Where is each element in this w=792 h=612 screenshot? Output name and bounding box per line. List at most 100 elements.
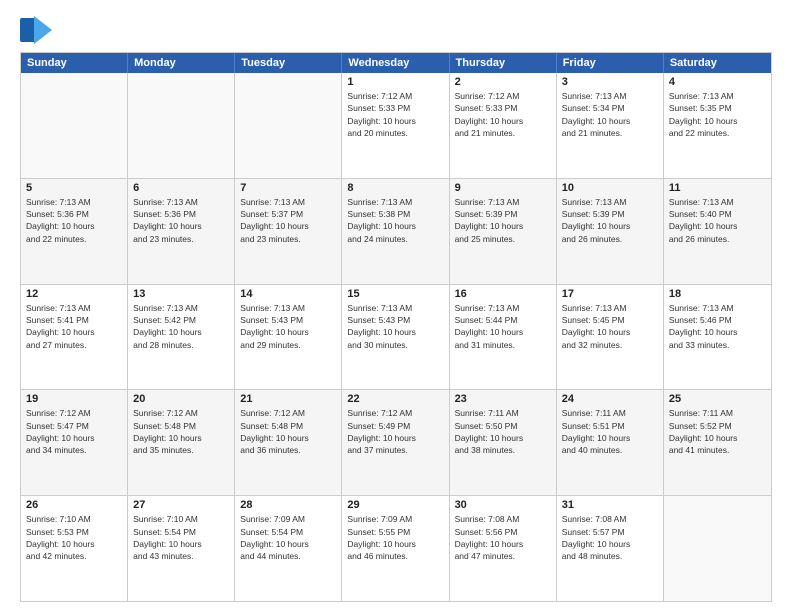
- calendar-cell: 14 Sunrise: 7:13 AM Sunset: 5:43 PM Dayli…: [235, 285, 342, 390]
- day-number: 21: [240, 393, 336, 405]
- calendar-cell: 16Sunrise: 7:13 AM Sunset: 5:44 PM Dayli…: [450, 285, 557, 390]
- logo-icon: [20, 16, 52, 44]
- day-number: 2: [455, 76, 551, 88]
- cell-info: Sunrise: 7:08 AM Sunset: 5:56 PM Dayligh…: [455, 513, 551, 562]
- day-number: 27: [133, 499, 229, 511]
- day-number: 23: [455, 393, 551, 405]
- calendar-cell: 23Sunrise: 7:11 AM Sunset: 5:50 PM Dayli…: [450, 390, 557, 495]
- calendar-cell: [664, 496, 771, 601]
- day-number: 15: [347, 288, 443, 300]
- day-number: 9: [455, 182, 551, 194]
- day-number: 31: [562, 499, 658, 511]
- cell-info: Sunrise: 7:12 AM Sunset: 5:48 PM Dayligh…: [240, 407, 336, 456]
- cell-info: Sunrise: 7:10 AM Sunset: 5:54 PM Dayligh…: [133, 513, 229, 562]
- day-number: 8: [347, 182, 443, 194]
- calendar-cell: 24 Sunrise: 7:11 AM Sunset: 5:51 PM Dayli…: [557, 390, 664, 495]
- day-number: 22: [347, 393, 443, 405]
- calendar-cell: 18 Sunrise: 7:13 AM Sunset: 5:46 PM Dayli…: [664, 285, 771, 390]
- day-number: 16: [455, 288, 551, 300]
- weekday-header: Friday: [557, 53, 664, 73]
- cell-info: Sunrise: 7:12 AM Sunset: 5:47 PM Dayligh…: [26, 407, 122, 456]
- cell-info: Sunrise: 7:10 AM Sunset: 5:53 PM Dayligh…: [26, 513, 122, 562]
- calendar-cell: 5 Sunrise: 7:13 AM Sunset: 5:36 PM Daylig…: [21, 179, 128, 284]
- day-number: 10: [562, 182, 658, 194]
- day-number: 1: [347, 76, 443, 88]
- cell-info: Sunrise: 7:12 AM Sunset: 5:49 PM Dayligh…: [347, 407, 443, 456]
- calendar-cell: 26 Sunrise: 7:10 AM Sunset: 5:53 PM Dayli…: [21, 496, 128, 601]
- calendar-row: 12Sunrise: 7:13 AM Sunset: 5:41 PM Dayli…: [21, 284, 771, 390]
- calendar-cell: 22 Sunrise: 7:12 AM Sunset: 5:49 PM Dayli…: [342, 390, 449, 495]
- day-number: 7: [240, 182, 336, 194]
- cell-info: Sunrise: 7:13 AM Sunset: 5:39 PM Dayligh…: [562, 196, 658, 245]
- calendar-cell: 30 Sunrise: 7:08 AM Sunset: 5:56 PM Dayli…: [450, 496, 557, 601]
- weekday-header: Tuesday: [235, 53, 342, 73]
- cell-info: Sunrise: 7:11 AM Sunset: 5:51 PM Dayligh…: [562, 407, 658, 456]
- cell-info: Sunrise: 7:13 AM Sunset: 5:36 PM Dayligh…: [26, 196, 122, 245]
- weekday-header: Wednesday: [342, 53, 449, 73]
- day-number: 25: [669, 393, 766, 405]
- calendar-cell: 8 Sunrise: 7:13 AM Sunset: 5:38 PM Daylig…: [342, 179, 449, 284]
- weekday-header: Sunday: [21, 53, 128, 73]
- calendar-cell: 2Sunrise: 7:12 AM Sunset: 5:33 PM Daylig…: [450, 73, 557, 178]
- cell-info: Sunrise: 7:13 AM Sunset: 5:43 PM Dayligh…: [347, 302, 443, 351]
- day-number: 28: [240, 499, 336, 511]
- cell-info: Sunrise: 7:13 AM Sunset: 5:36 PM Dayligh…: [133, 196, 229, 245]
- day-number: 6: [133, 182, 229, 194]
- day-number: 12: [26, 288, 122, 300]
- calendar-cell: 17Sunrise: 7:13 AM Sunset: 5:45 PM Dayli…: [557, 285, 664, 390]
- calendar-cell: 10 Sunrise: 7:13 AM Sunset: 5:39 PM Dayli…: [557, 179, 664, 284]
- day-number: 30: [455, 499, 551, 511]
- calendar-row: 1 Sunrise: 7:12 AM Sunset: 5:33 PM Daylig…: [21, 73, 771, 178]
- cell-info: Sunrise: 7:13 AM Sunset: 5:45 PM Dayligh…: [562, 302, 658, 351]
- day-number: 20: [133, 393, 229, 405]
- cell-info: Sunrise: 7:13 AM Sunset: 5:39 PM Dayligh…: [455, 196, 551, 245]
- calendar-cell: 27 Sunrise: 7:10 AM Sunset: 5:54 PM Dayli…: [128, 496, 235, 601]
- cell-info: Sunrise: 7:13 AM Sunset: 5:42 PM Dayligh…: [133, 302, 229, 351]
- calendar-cell: 6 Sunrise: 7:13 AM Sunset: 5:36 PM Daylig…: [128, 179, 235, 284]
- page: SundayMondayTuesdayWednesdayThursdayFrid…: [0, 0, 792, 612]
- day-number: 14: [240, 288, 336, 300]
- day-number: 26: [26, 499, 122, 511]
- calendar-cell: [128, 73, 235, 178]
- calendar-row: 5 Sunrise: 7:13 AM Sunset: 5:36 PM Daylig…: [21, 178, 771, 284]
- calendar-cell: 31 Sunrise: 7:08 AM Sunset: 5:57 PM Dayli…: [557, 496, 664, 601]
- cell-info: Sunrise: 7:08 AM Sunset: 5:57 PM Dayligh…: [562, 513, 658, 562]
- calendar-cell: 11Sunrise: 7:13 AM Sunset: 5:40 PM Dayli…: [664, 179, 771, 284]
- calendar-header: SundayMondayTuesdayWednesdayThursdayFrid…: [21, 53, 771, 73]
- weekday-header: Monday: [128, 53, 235, 73]
- day-number: 19: [26, 393, 122, 405]
- calendar-cell: 1 Sunrise: 7:12 AM Sunset: 5:33 PM Daylig…: [342, 73, 449, 178]
- calendar-cell: 21 Sunrise: 7:12 AM Sunset: 5:48 PM Dayli…: [235, 390, 342, 495]
- calendar-body: 1 Sunrise: 7:12 AM Sunset: 5:33 PM Daylig…: [21, 73, 771, 601]
- cell-info: Sunrise: 7:09 AM Sunset: 5:54 PM Dayligh…: [240, 513, 336, 562]
- calendar-row: 19 Sunrise: 7:12 AM Sunset: 5:47 PM Dayli…: [21, 389, 771, 495]
- day-number: 3: [562, 76, 658, 88]
- cell-info: Sunrise: 7:13 AM Sunset: 5:37 PM Dayligh…: [240, 196, 336, 245]
- cell-info: Sunrise: 7:13 AM Sunset: 5:40 PM Dayligh…: [669, 196, 766, 245]
- cell-info: Sunrise: 7:13 AM Sunset: 5:34 PM Dayligh…: [562, 90, 658, 139]
- cell-info: Sunrise: 7:11 AM Sunset: 5:52 PM Dayligh…: [669, 407, 766, 456]
- cell-info: Sunrise: 7:13 AM Sunset: 5:46 PM Dayligh…: [669, 302, 766, 351]
- calendar-cell: 4Sunrise: 7:13 AM Sunset: 5:35 PM Daylig…: [664, 73, 771, 178]
- cell-info: Sunrise: 7:13 AM Sunset: 5:43 PM Dayligh…: [240, 302, 336, 351]
- calendar-cell: 3 Sunrise: 7:13 AM Sunset: 5:34 PM Daylig…: [557, 73, 664, 178]
- calendar-cell: 29Sunrise: 7:09 AM Sunset: 5:55 PM Dayli…: [342, 496, 449, 601]
- cell-info: Sunrise: 7:13 AM Sunset: 5:35 PM Dayligh…: [669, 90, 766, 139]
- calendar-cell: 20 Sunrise: 7:12 AM Sunset: 5:48 PM Dayli…: [128, 390, 235, 495]
- cell-info: Sunrise: 7:13 AM Sunset: 5:38 PM Dayligh…: [347, 196, 443, 245]
- calendar-row: 26 Sunrise: 7:10 AM Sunset: 5:53 PM Dayli…: [21, 495, 771, 601]
- day-number: 5: [26, 182, 122, 194]
- calendar: SundayMondayTuesdayWednesdayThursdayFrid…: [20, 52, 772, 602]
- weekday-header: Thursday: [450, 53, 557, 73]
- header: [20, 16, 772, 44]
- day-number: 18: [669, 288, 766, 300]
- day-number: 13: [133, 288, 229, 300]
- calendar-cell: [21, 73, 128, 178]
- calendar-cell: 15 Sunrise: 7:13 AM Sunset: 5:43 PM Dayli…: [342, 285, 449, 390]
- calendar-cell: 13 Sunrise: 7:13 AM Sunset: 5:42 PM Dayli…: [128, 285, 235, 390]
- cell-info: Sunrise: 7:12 AM Sunset: 5:33 PM Dayligh…: [347, 90, 443, 139]
- calendar-cell: 7 Sunrise: 7:13 AM Sunset: 5:37 PM Daylig…: [235, 179, 342, 284]
- day-number: 24: [562, 393, 658, 405]
- day-number: 29: [347, 499, 443, 511]
- cell-info: Sunrise: 7:12 AM Sunset: 5:48 PM Dayligh…: [133, 407, 229, 456]
